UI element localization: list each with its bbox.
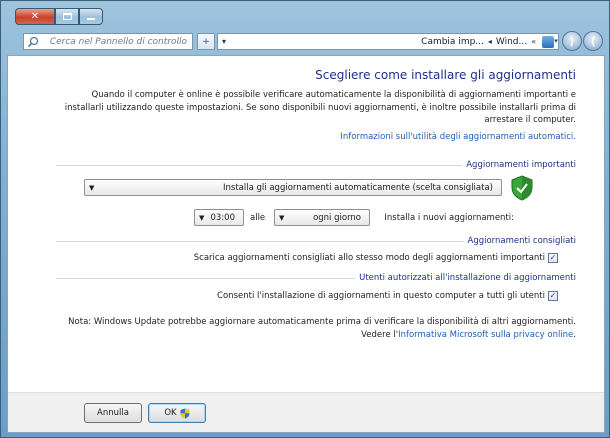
history-dropdown-icon[interactable]: ▾ [551,37,561,45]
authorized-users-label: Utenti autorizzati all'installazione di … [359,273,576,283]
page-title: Scegliere come installare gli aggiorname… [315,68,576,82]
note-end: . [573,329,576,340]
breadcrumb-item-cambia[interactable]: Cambia imp... [421,37,484,47]
back-button[interactable]: ⟨ [583,31,603,51]
back-arrow-icon: ⟨ [590,34,596,48]
breadcrumb-overflow-icon[interactable]: « [531,37,536,46]
shield-icon [511,175,533,201]
page-description: Quando il computer è online è possibile … [64,90,576,125]
divider [56,240,464,242]
important-updates-heading: Aggiornamenti importanti [56,160,576,170]
authorized-checkbox[interactable]: ✓ [548,291,558,301]
ok-button[interactable]: OK [148,403,206,423]
caption-buttons: ✕ [15,8,103,25]
close-icon: ✕ [30,11,40,22]
minimize-icon [87,18,95,20]
cancel-label: Annulla [97,408,129,418]
update-mode-value: Installa gli aggiornamenti automaticamen… [223,182,493,193]
recommended-checkbox-label: Scarica aggiornamenti consigliati allo s… [193,253,545,263]
privacy-link[interactable]: Informativa Microsoft sulla privacy onli… [398,330,573,340]
ok-label: OK [164,408,177,418]
maximize-icon [62,13,72,20]
divider [56,164,463,166]
info-link[interactable]: Informazioni sull'utilità degli aggiorna… [340,132,576,142]
chevron-down-icon: ▼ [89,184,95,192]
breadcrumb-dropdown-icon[interactable]: ▾ [222,37,226,46]
breadcrumb-separator-icon: ◂ [487,37,492,46]
at-label: alle [250,213,266,223]
forward-arrow-icon: ⟩ [569,34,575,48]
privacy-note: Nota: Windows Update potrebbe aggiornare… [56,316,576,341]
refresh-button[interactable]: + [197,33,215,50]
button-bar: OK Annulla [8,392,604,432]
recommended-updates-heading: Aggiornamenti consigliati [56,236,576,246]
window-frame: ✕ Cerca nel Pannello di controllo + ▾ Ca… [0,0,610,438]
breadcrumb[interactable]: ▾ Cambia imp... ◂ Wind... « [217,33,559,50]
recommended-updates-label: Aggiornamenti consigliati [467,236,576,246]
refresh-icon: + [202,36,210,47]
uac-shield-icon [180,408,190,418]
chevron-down-icon: ▼ [199,214,205,222]
search-input[interactable]: Cerca nel Pannello di controllo [23,33,193,50]
update-mode-select[interactable]: ▼ Installa gli aggiornamenti automaticam… [84,179,502,196]
day-value: ogni giorno [313,212,361,223]
time-value: 03:00 [210,212,236,223]
recommended-checkbox-row[interactable]: ✓ Scarica aggiornamenti consigliati allo… [194,253,558,263]
authorized-checkbox-label: Consenti l'installazione di aggiornament… [217,291,545,301]
breadcrumb-item-windows-update[interactable]: Wind... [496,37,527,47]
install-schedule-label: Installa i nuovi aggiornamenti: [384,213,514,223]
search-placeholder: Cerca nel Pannello di controllo [49,36,187,47]
authorized-users-heading: Utenti autorizzati all'installazione di … [56,273,576,283]
divider [56,277,356,279]
chevron-down-icon: ▼ [279,214,285,222]
minimize-button[interactable] [79,8,103,25]
content-panel: Scegliere come installare gli aggiorname… [7,55,605,433]
recommended-checkbox[interactable]: ✓ [548,253,558,263]
cancel-button[interactable]: Annulla [84,403,142,423]
address-row: Cerca nel Pannello di controllo + ▾ Camb… [7,31,603,53]
authorized-checkbox-row[interactable]: ✓ Consenti l'installazione di aggiorname… [217,291,558,301]
day-select[interactable]: ▼ ogni giorno [274,209,370,226]
important-updates-label: Aggiornamenti importanti [466,160,576,170]
time-select[interactable]: ▼ 03:00 [194,209,244,226]
maximize-button[interactable] [55,8,79,25]
search-icon [27,36,39,48]
close-button[interactable]: ✕ [15,8,55,25]
forward-button[interactable]: ⟩ [562,31,582,51]
navigation-buttons: ▾ ⟩ ⟨ [551,31,603,51]
